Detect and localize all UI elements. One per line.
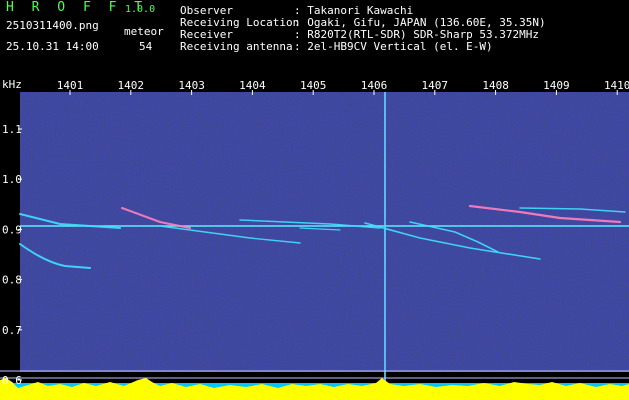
antenna-value: : 2el-HB9CV Vertical (el. E-W) [294, 40, 493, 53]
spectrogram: 1401 1402 1403 1404 1405 1406 1407 1408 1409 1410… [0, 78, 629, 400]
timestamp: 25.10.31 14:00 [6, 40, 99, 53]
header-panel: H R O F F T 1.0.0 2510311400.png meteor … [0, 0, 629, 76]
meteor-label: meteor [124, 25, 164, 38]
spectrogram-noise [20, 92, 629, 372]
x-axis-unit: kHz [2, 78, 22, 91]
image-filename: 2510311400.png [6, 19, 99, 32]
meteor-count: 54 [139, 40, 153, 53]
antenna-label: Receiving antenna [180, 40, 293, 53]
histogram-peaks [0, 378, 629, 400]
app-version: 1.0.0 [125, 4, 156, 15]
x-tick-label: 1410 [604, 79, 629, 92]
y-axis: 1.11.00.90.80.70.6 [2, 123, 22, 387]
